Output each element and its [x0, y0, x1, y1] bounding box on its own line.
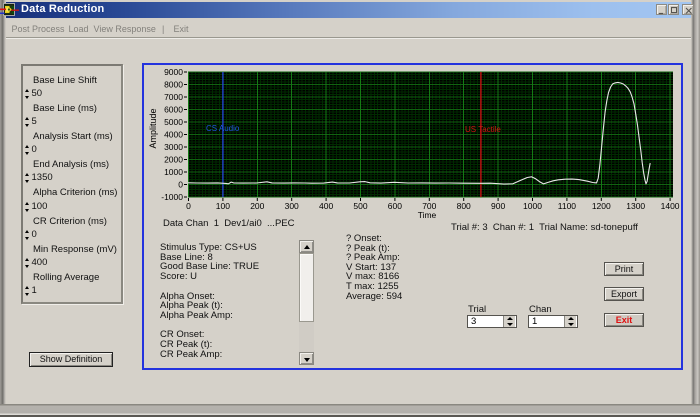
svg-text:0: 0: [178, 180, 183, 190]
svg-text:US Tactile: US Tactile: [465, 125, 501, 134]
svg-text:500: 500: [353, 201, 367, 211]
svg-text:100: 100: [216, 201, 230, 211]
svg-text:CS Audio: CS Audio: [206, 124, 240, 133]
svg-text:2000: 2000: [164, 155, 183, 165]
svg-text:5000: 5000: [164, 117, 183, 127]
svg-text:8000: 8000: [164, 80, 183, 90]
svg-text:300: 300: [285, 201, 299, 211]
svg-text:900: 900: [491, 201, 505, 211]
svg-text:1000: 1000: [523, 201, 542, 211]
svg-text:1200: 1200: [592, 201, 611, 211]
svg-text:Time: Time: [418, 210, 437, 220]
svg-text:200: 200: [250, 201, 264, 211]
svg-text:1100: 1100: [558, 201, 577, 211]
svg-text:1300: 1300: [626, 201, 645, 211]
svg-text:400: 400: [319, 201, 333, 211]
svg-text:Amplitude: Amplitude: [148, 108, 158, 148]
svg-text:9000: 9000: [164, 67, 183, 77]
svg-text:3000: 3000: [164, 142, 183, 152]
svg-text:6000: 6000: [164, 105, 183, 115]
svg-text:-1000: -1000: [161, 192, 183, 202]
svg-text:4000: 4000: [164, 130, 183, 140]
svg-text:7000: 7000: [164, 92, 183, 102]
svg-text:0: 0: [186, 201, 191, 211]
svg-text:800: 800: [457, 201, 471, 211]
svg-text:1000: 1000: [164, 167, 183, 177]
svg-text:1400: 1400: [661, 201, 680, 211]
svg-text:600: 600: [388, 201, 402, 211]
